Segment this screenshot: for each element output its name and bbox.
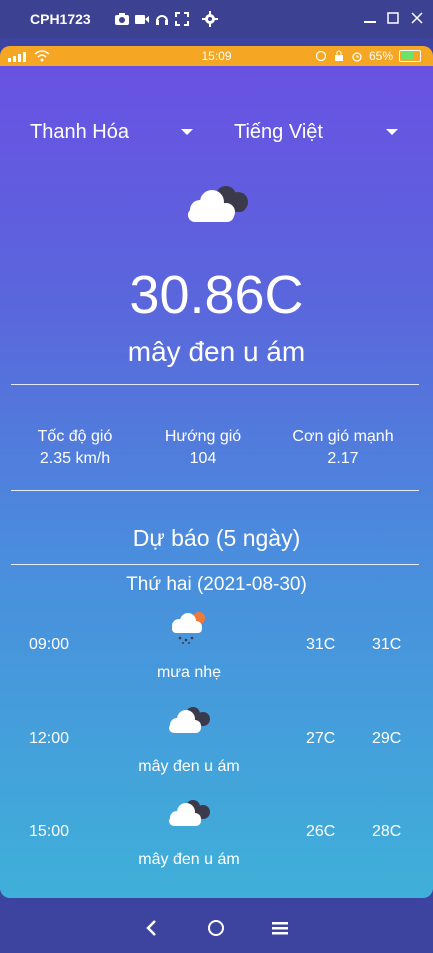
forecast-day: Thứ hai (2021-08-30) <box>126 574 307 595</box>
battery-percent: 65% <box>368 49 393 63</box>
lock-status-icon <box>334 50 343 61</box>
headphones-icon[interactable] <box>154 11 170 27</box>
home-icon[interactable] <box>204 916 228 940</box>
app-screen: 15:09 65% Thanh Hóa Tiếng Việt 30.86C mâ… <box>0 46 433 898</box>
divider <box>11 384 419 385</box>
menu-icon[interactable] <box>268 916 292 940</box>
divider <box>11 564 419 565</box>
gear-icon[interactable] <box>202 11 218 27</box>
dark-cloud-icon <box>169 707 210 733</box>
forecast-row: 09:00 mưa nhẹ 31C 31C <box>0 612 433 716</box>
forecast-time: 12:00 <box>29 730 70 747</box>
dark-cloud-icon <box>169 800 210 826</box>
city-select-value: Thanh Hóa <box>30 120 129 143</box>
phone-frame: 15:09 65% Thanh Hóa Tiếng Việt 30.86C mâ… <box>0 38 433 953</box>
video-icon[interactable] <box>134 11 150 27</box>
forecast-time: 09:00 <box>29 636 70 653</box>
navigation-bar <box>0 904 433 953</box>
emulator-title-bar: CPH1723 <box>0 0 433 38</box>
forecast-row: 12:00 mây đen u ám 27C 29C <box>0 707 433 810</box>
close-icon[interactable] <box>409 10 425 28</box>
chevron-down-icon <box>181 129 193 135</box>
forecast-max-temp: 28C <box>372 823 402 840</box>
forecast-title: Dự báo (5 ngày) <box>132 525 301 551</box>
stat-label: Cơn gió mạnh <box>292 428 394 445</box>
fullscreen-icon[interactable] <box>174 11 190 27</box>
forecast-row: 15:00 mây đen u ám 26C 28C <box>0 800 433 898</box>
stat-label: Tốc độ gió <box>37 428 113 445</box>
stat-value: 2.35 km/h <box>39 450 111 467</box>
stat-label: Hướng gió <box>164 428 242 445</box>
forecast-description: mây đen u ám <box>138 758 240 775</box>
forecast-time: 15:00 <box>29 823 70 840</box>
city-select[interactable]: Thanh Hóa <box>30 118 193 146</box>
dark-cloud-icon <box>188 186 248 222</box>
forecast-max-temp: 29C <box>372 730 402 747</box>
language-select-value: Tiếng Việt <box>234 120 323 143</box>
current-temperature: 30.86C <box>129 265 304 325</box>
wind-gust-stat: Cơn gió mạnh 2.17 <box>273 426 413 470</box>
battery-icon <box>399 50 421 62</box>
forecast-min-temp: 27C <box>306 730 336 747</box>
forecast-min-temp: 26C <box>306 823 336 840</box>
forecast-max-temp: 31C <box>372 636 402 653</box>
camera-icon[interactable] <box>114 11 130 27</box>
forecast-description: mây đen u ám <box>138 851 240 868</box>
stat-value: 104 <box>189 450 217 467</box>
wind-speed-stat: Tốc độ gió 2.35 km/h <box>5 426 145 470</box>
maximize-icon[interactable] <box>385 10 401 28</box>
back-icon[interactable] <box>140 916 164 940</box>
rain-cloud-icon <box>172 612 205 644</box>
stat-value: 2.17 <box>327 450 359 467</box>
chevron-down-icon <box>386 129 398 135</box>
divider <box>11 490 419 491</box>
forecast-description: mưa nhẹ <box>156 664 222 681</box>
alarm-icon <box>352 52 362 62</box>
language-select[interactable]: Tiếng Việt <box>234 118 398 146</box>
settings-status-icon <box>315 50 327 62</box>
status-bar: 15:09 65% <box>0 46 433 66</box>
forecast-min-temp: 31C <box>306 636 336 653</box>
current-description: mây đen u ám <box>127 336 306 367</box>
minimize-icon[interactable] <box>362 10 378 28</box>
window-title: CPH1723 <box>30 11 91 27</box>
wind-direction-stat: Hướng gió 104 <box>133 426 273 470</box>
